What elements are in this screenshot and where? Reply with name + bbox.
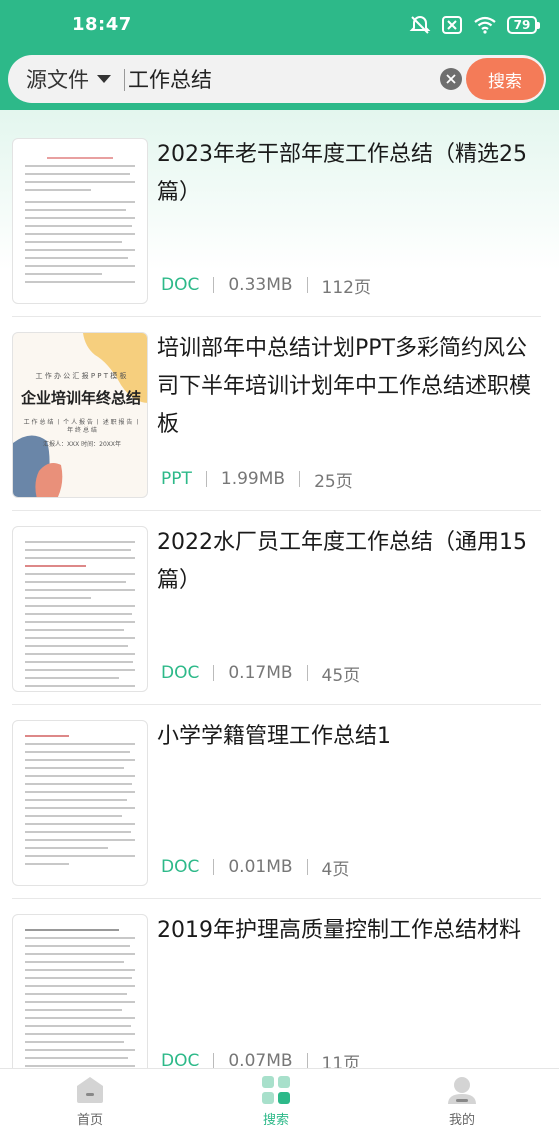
document-thumbnail	[12, 914, 148, 1080]
close-icon	[446, 74, 456, 84]
status-icons: 79	[409, 12, 540, 38]
home-icon	[77, 1077, 103, 1103]
grid-icon	[262, 1076, 290, 1104]
result-title: 2019年护理高质量控制工作总结材料	[157, 918, 521, 943]
meta-separator	[213, 859, 215, 875]
ppt-subtitle: 工 作 办 公 汇 报 P P T 模 板	[35, 372, 127, 380]
result-item[interactable]: 2019年护理高质量控制工作总结材料 DOC 0.07MB 11页	[12, 886, 541, 1080]
meta-separator	[205, 471, 207, 487]
profile-icon	[448, 1077, 476, 1104]
page-count: 25页	[314, 471, 353, 492]
meta-separator	[306, 1053, 308, 1069]
result-meta: DOC 0.33MB 112页	[161, 273, 371, 298]
result-title: 2022水厂员工年度工作总结（通用15篇）	[157, 530, 527, 593]
chevron-down-icon	[97, 75, 111, 83]
alarm-off-icon	[409, 14, 431, 36]
document-thumbnail	[12, 138, 148, 304]
result-item[interactable]: 2023年老干部年度工作总结（精选25篇） DOC 0.33MB 112页	[12, 110, 541, 317]
result-item[interactable]: 工 作 办 公 汇 报 P P T 模 板 企业培训年终总结 工 作 总 结 丨…	[12, 304, 541, 511]
clear-search-button[interactable]	[440, 68, 462, 90]
file-type: DOC	[161, 663, 200, 683]
result-meta: DOC 0.17MB 45页	[161, 661, 361, 686]
meta-separator	[213, 277, 215, 293]
ppt-thumbnail: 工 作 办 公 汇 报 P P T 模 板 企业培训年终总结 工 作 总 结 丨…	[12, 332, 148, 498]
status-time: 18:47	[72, 14, 132, 35]
document-thumbnail	[12, 526, 148, 692]
meta-separator	[306, 665, 308, 681]
search-bar: 源文件 搜索	[8, 55, 546, 103]
document-thumbnail	[12, 720, 148, 886]
bottom-navigation: 首页 搜索 我的	[0, 1068, 559, 1138]
battery-icon: 79	[507, 16, 540, 34]
meta-separator	[306, 859, 308, 875]
result-item[interactable]: 2022水厂员工年度工作总结（通用15篇） DOC 0.17MB 45页	[12, 498, 541, 705]
source-type-label: 源文件	[26, 68, 89, 92]
result-title: 培训部年中总结计划PPT多彩简约风公司下半年培训计划年中工作总结述职模板	[157, 336, 532, 437]
page-count: 45页	[321, 665, 361, 686]
file-type: DOC	[161, 857, 200, 877]
result-item[interactable]: 小学学籍管理工作总结1 DOC 0.01MB 4页	[12, 692, 541, 899]
source-type-dropdown[interactable]: 源文件	[26, 64, 111, 94]
nav-search-label: 搜索	[262, 1113, 289, 1128]
header: 18:47 79 源文件 搜索	[0, 0, 559, 110]
no-sim-icon	[441, 15, 463, 35]
meta-separator	[213, 1053, 215, 1069]
nav-home-label: 首页	[76, 1113, 103, 1128]
ppt-heading: 企业培训年终总结	[20, 389, 141, 407]
file-size: 0.01MB	[228, 857, 293, 877]
result-title: 2023年老干部年度工作总结（精选25篇）	[157, 142, 527, 205]
file-type: DOC	[161, 275, 200, 295]
nav-profile-label: 我的	[448, 1113, 475, 1128]
nav-home[interactable]: 首页	[40, 1075, 140, 1137]
meta-separator	[213, 665, 215, 681]
meta-separator	[299, 471, 301, 487]
ppt-author: 汇报人：XXX 时间：20XX年	[42, 441, 122, 448]
search-button[interactable]: 搜索	[466, 58, 544, 100]
file-size: 1.99MB	[220, 469, 286, 489]
file-size: 0.17MB	[228, 663, 293, 683]
file-type: PPT	[161, 469, 192, 489]
result-meta: PPT 1.99MB 25页	[161, 467, 353, 492]
page-count: 4页	[321, 859, 350, 880]
nav-search[interactable]: 搜索	[226, 1075, 326, 1137]
ppt-tags: 工 作 总 结 丨 个 人 报 告 丨 述 职 报 告 丨 年 终 总 结	[23, 419, 141, 434]
wifi-icon	[473, 15, 497, 35]
page-count: 112页	[321, 277, 371, 298]
file-size: 0.33MB	[228, 275, 293, 295]
search-divider	[124, 69, 125, 91]
search-input[interactable]	[128, 63, 438, 95]
meta-separator	[306, 277, 308, 293]
status-bar: 18:47 79	[0, 0, 559, 52]
result-meta: DOC 0.01MB 4页	[161, 855, 350, 880]
result-title: 小学学籍管理工作总结1	[157, 724, 391, 749]
nav-profile[interactable]: 我的	[412, 1075, 512, 1137]
